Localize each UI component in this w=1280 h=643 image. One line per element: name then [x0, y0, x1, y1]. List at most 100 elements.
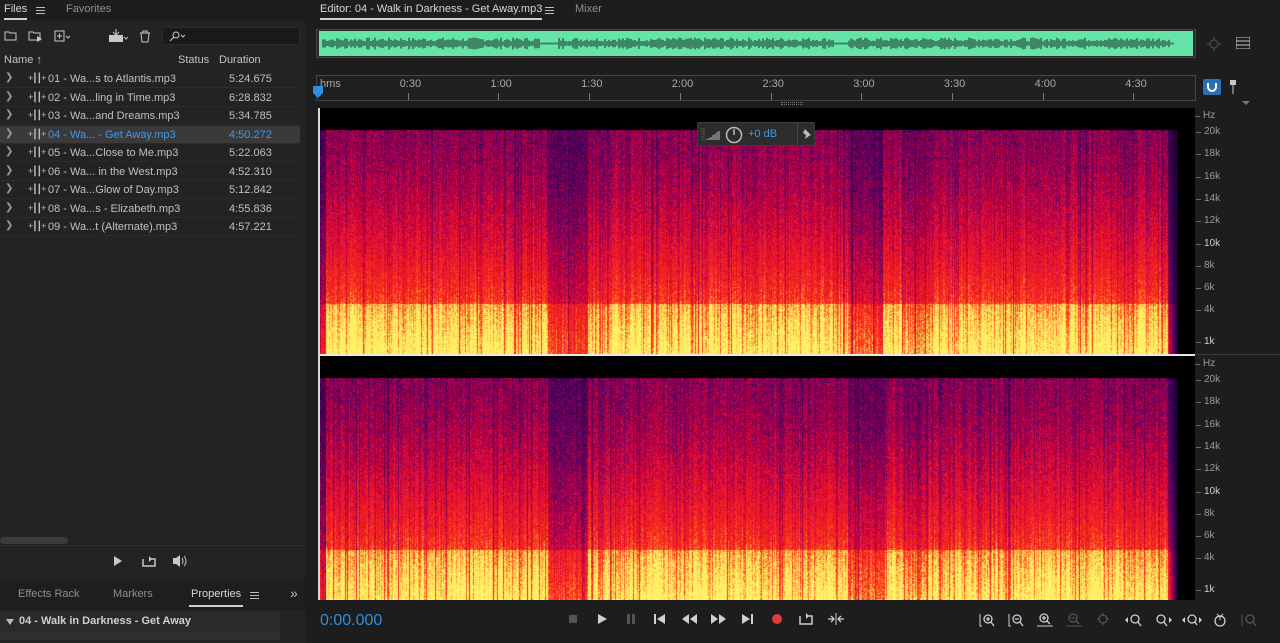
editor-options-icon[interactable]	[1235, 36, 1251, 50]
zoom-in-time-icon[interactable]	[1036, 612, 1054, 628]
zoom-in-left-icon[interactable]	[1124, 612, 1142, 628]
tab-effects-rack[interactable]: Effects Rack	[18, 588, 80, 600]
delete-icon[interactable]	[139, 30, 151, 46]
expand-chevron-icon[interactable]: ❯	[5, 72, 13, 83]
hz-unit-label: Hz	[1194, 110, 1216, 121]
tab-properties[interactable]: Properties	[189, 588, 244, 607]
tab-favorites[interactable]: Favorites	[66, 3, 111, 15]
playhead-icon[interactable]	[312, 85, 324, 99]
file-name: 07 - Wa...Glow of Day.mp3	[48, 184, 179, 196]
current-time-display[interactable]: 0:00.000	[320, 612, 382, 630]
waveform-file-icon: +┃┃+	[28, 73, 46, 83]
file-row[interactable]: ❯ +┃┃+ 02 - Wa...ling in Time.mp3 6:28.832	[0, 89, 300, 107]
file-name: 06 - Wa... in the West.mp3	[48, 165, 178, 178]
search-input[interactable]	[162, 27, 300, 45]
go-to-end-icon[interactable]	[739, 611, 757, 627]
spectrogram-channel-right[interactable]	[318, 356, 1195, 600]
preview-play-icon[interactable]	[113, 555, 123, 567]
column-duration[interactable]: Duration	[219, 54, 261, 66]
open-file-icon[interactable]	[4, 30, 18, 45]
fast-forward-icon[interactable]	[709, 611, 727, 627]
file-list-scrollbar[interactable]	[0, 537, 68, 544]
frequency-label: 4k	[1196, 552, 1215, 564]
zoom-in-amplitude-icon[interactable]	[978, 612, 996, 628]
loop-icon[interactable]	[797, 611, 815, 627]
waveform-file-icon: +┃┃+	[28, 165, 46, 176]
marker-pin-icon[interactable]	[1227, 79, 1239, 95]
new-file-icon[interactable]	[54, 30, 71, 45]
expand-chevron-icon[interactable]: ❯	[5, 128, 13, 139]
overview-waveform[interactable]	[319, 31, 1193, 56]
sort-ascending-icon: ↑	[36, 54, 42, 66]
tab-mixer[interactable]: Mixer	[575, 3, 602, 15]
ruler-tick-label: 3:30	[943, 78, 966, 90]
search-icon	[169, 31, 185, 42]
expand-chevron-icon[interactable]: ❯	[5, 202, 13, 213]
zoom-reset-icon[interactable]	[1240, 612, 1258, 628]
file-row[interactable]: ❯ +┃┃+ 06 - Wa... in the West.mp3 4:52.310	[0, 163, 300, 181]
file-row[interactable]: ❯ +┃┃+ 09 - Wa...t (Alternate).mp3 4:57.221	[0, 218, 300, 236]
file-row[interactable]: ❯ +┃┃+ 05 - Wa...Close to Me.mp3 5:22.063	[0, 144, 300, 162]
column-status[interactable]: Status	[178, 54, 209, 66]
properties-file-row[interactable]: 04 - Walk in Darkness - Get Away	[0, 612, 280, 632]
drag-grip-icon[interactable]	[701, 126, 705, 144]
tab-markers[interactable]: Markers	[113, 588, 153, 600]
waveform-file-icon: +┃┃+	[28, 91, 46, 102]
column-name[interactable]: Name ↑	[4, 54, 42, 66]
file-row[interactable]: ❯ +┃┃+ 03 - Wa...and Dreams.mp3 5:34.785	[0, 107, 300, 125]
expand-chevron-icon[interactable]: ❯	[5, 165, 13, 176]
waveform-file-icon: +┃┃+	[28, 147, 46, 157]
expand-chevron-icon[interactable]: ❯	[5, 183, 13, 194]
file-duration: 5:22.063	[229, 147, 272, 159]
file-name: 02 - Wa...ling in Time.mp3	[48, 91, 176, 104]
play-icon[interactable]	[593, 611, 611, 627]
frequency-label: 8k	[1196, 259, 1215, 271]
file-name: 03 - Wa...and Dreams.mp3	[48, 110, 180, 122]
tab-editor[interactable]: Editor: 04 - Walk in Darkness - Get Away…	[320, 3, 543, 20]
auto-play-icon[interactable]	[168, 554, 188, 568]
zoom-out-time-icon[interactable]	[1065, 612, 1083, 628]
import-file-icon[interactable]	[28, 30, 44, 45]
volume-knob-icon[interactable]	[725, 126, 743, 144]
expand-chevron-icon[interactable]: ❯	[5, 220, 13, 231]
rewind-icon[interactable]	[680, 611, 698, 627]
zoom-navigator-icon[interactable]	[1205, 36, 1223, 52]
skip-selection-icon[interactable]	[826, 611, 844, 627]
expand-chevron-icon[interactable]: ❯	[5, 146, 13, 157]
snap-toggle-icon[interactable]	[1203, 79, 1221, 95]
frequency-label: 6k	[1196, 530, 1215, 542]
properties-scrollbar[interactable]	[0, 632, 280, 640]
file-row[interactable]: ❯ +┃┃+ 07 - Wa...Glow of Day.mp3 5:12.842	[0, 181, 300, 199]
properties-menu-icon[interactable]	[250, 592, 259, 599]
expand-panels-icon[interactable]: »	[290, 585, 298, 601]
zoom-selection-icon[interactable]	[1094, 612, 1112, 628]
zoom-spectral-icon[interactable]	[1211, 612, 1229, 628]
zoom-out-amplitude-icon[interactable]	[1007, 612, 1025, 628]
editor-menu-icon[interactable]	[545, 7, 554, 14]
tab-files[interactable]: Files	[4, 3, 28, 20]
go-to-start-icon[interactable]	[651, 611, 669, 627]
pin-hud-icon[interactable]	[802, 128, 812, 140]
pause-icon[interactable]	[622, 611, 640, 627]
record-icon[interactable]	[768, 611, 786, 627]
zoom-full-icon[interactable]	[1181, 612, 1203, 628]
playhead-line	[318, 108, 320, 600]
dropdown-chevron-icon[interactable]	[1242, 100, 1250, 106]
file-row[interactable]: ❯ +┃┃+ 04 - Wa... - Get Away.mp3 4:50.272	[0, 125, 300, 144]
expand-chevron-icon[interactable]: ❯	[5, 109, 13, 120]
waveform-file-icon: +┃┃+	[28, 184, 46, 194]
file-row[interactable]: ❯ +┃┃+ 08 - Wa...s - Elizabeth.mp3 4:55.836	[0, 200, 300, 218]
expand-chevron-icon[interactable]: ❯	[5, 91, 13, 102]
file-row[interactable]: ❯ +┃┃+ 01 - Wa...s to Atlantis.mp3 5:24.675	[0, 70, 300, 88]
zoom-in-right-icon[interactable]	[1153, 612, 1172, 628]
split-handle[interactable]	[781, 102, 803, 105]
insert-into-multitrack-icon[interactable]	[108, 28, 129, 47]
scale-divider	[1196, 354, 1280, 355]
time-ruler[interactable]: hms 0:30 1:00 1:30 2:00 2:30 3:00 3:30 4:00 4:30	[316, 75, 1196, 101]
volume-hud[interactable]: +0 dB	[697, 122, 815, 146]
preview-loop-icon[interactable]	[141, 555, 157, 568]
files-panel-menu-icon[interactable]	[36, 7, 45, 14]
stop-icon[interactable]	[564, 611, 582, 627]
level-meter-icon	[706, 131, 720, 140]
file-duration: 5:24.675	[229, 73, 272, 85]
